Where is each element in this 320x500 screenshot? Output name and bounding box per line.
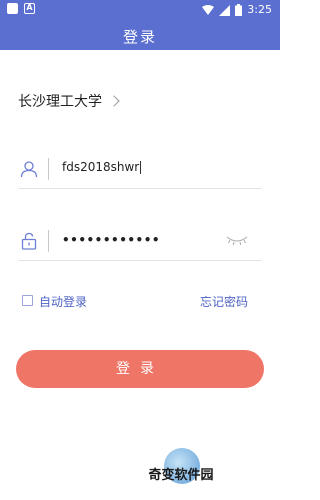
password-underline: [18, 260, 262, 261]
username-value: fds2018shwr: [62, 160, 140, 174]
username-input[interactable]: fds2018shwr: [62, 160, 142, 174]
watermark-text: 奇变软件园: [148, 468, 214, 483]
auto-login-checkbox[interactable]: [22, 295, 33, 306]
forgot-password-link[interactable]: 忘记密码: [200, 293, 248, 310]
username-field[interactable]: fds2018shwr: [18, 152, 262, 189]
password-divider: [48, 230, 49, 252]
battery-icon: [235, 4, 243, 16]
page-title: 登录: [122, 28, 157, 46]
options-row: 自动登录 忘记密码: [22, 292, 248, 312]
lock-icon: [21, 232, 37, 250]
school-name: 长沙理工大学: [18, 94, 102, 110]
password-input[interactable]: ••••••••••••: [62, 233, 160, 247]
user-icon: [20, 161, 38, 178]
status-bar: A 3:25: [0, 0, 280, 20]
title-bar: 登录: [0, 20, 280, 50]
password-field[interactable]: ••••••••••••: [18, 224, 262, 261]
text-caret: [140, 161, 142, 174]
wifi-icon: [202, 4, 215, 15]
notification-icon: [7, 3, 18, 14]
chevron-right-icon: [108, 95, 120, 107]
username-divider: [48, 158, 49, 180]
login-button[interactable]: 登录: [16, 350, 264, 388]
school-selector[interactable]: 长沙理工大学: [18, 90, 120, 112]
signal-icon: [219, 4, 231, 16]
eye-closed-icon[interactable]: [226, 234, 248, 246]
status-right-icons: 3:25: [202, 2, 272, 18]
username-underline: [18, 188, 262, 189]
app-a-icon: A: [24, 3, 35, 14]
status-time: 3:25: [247, 3, 272, 16]
auto-login-label[interactable]: 自动登录: [39, 293, 87, 310]
watermark: 奇变软件园: [140, 448, 222, 492]
status-left-icons: A: [7, 3, 35, 14]
